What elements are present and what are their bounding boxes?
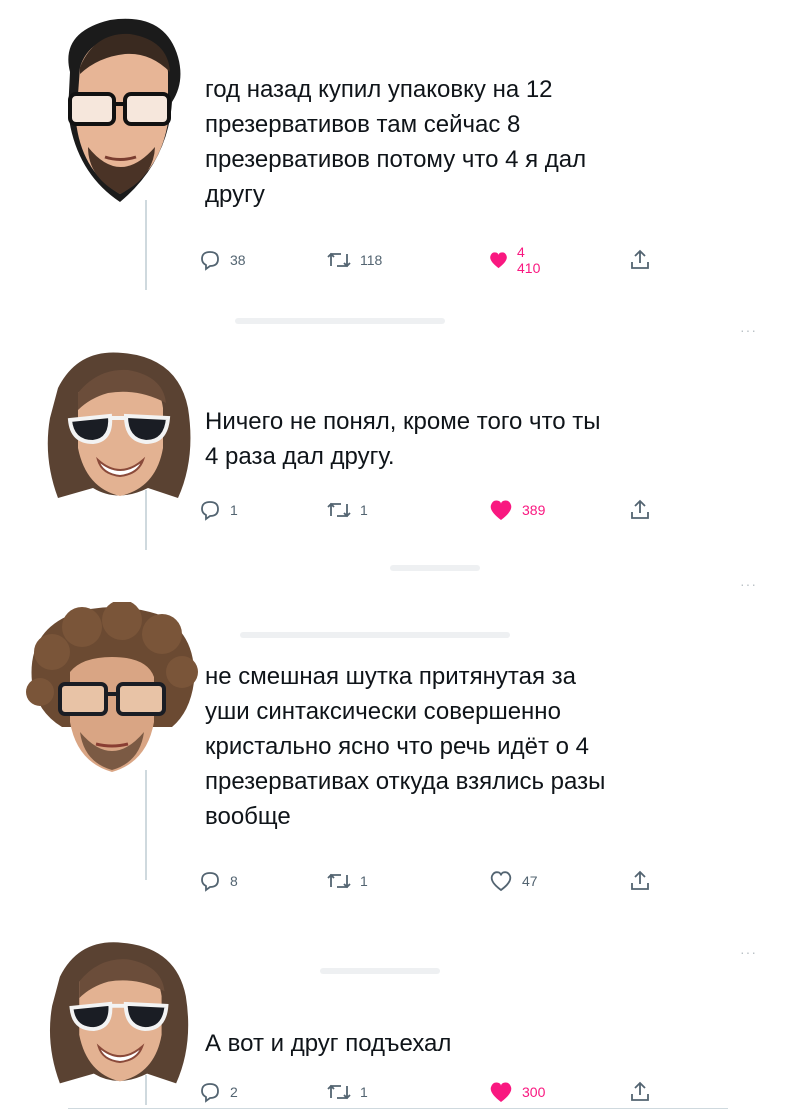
retweet-button[interactable]: 1 xyxy=(326,1078,368,1106)
like-button[interactable]: 300 xyxy=(488,1078,545,1106)
tweet[interactable]: год назад купил упаковку на 12 презерват… xyxy=(0,0,787,300)
retweet-icon xyxy=(327,252,351,268)
avatar-sunglasses-longhair[interactable] xyxy=(38,938,198,1093)
tweet-text: Ничего не понял, кроме того что ты 4 раз… xyxy=(205,408,601,470)
reply-icon xyxy=(201,251,219,271)
reply-count: 8 xyxy=(230,873,238,889)
retweet-button[interactable]: 1 xyxy=(326,867,368,895)
retweet-button[interactable]: 1 xyxy=(326,496,368,524)
tweet-text: не смешная шутка притянутая за уши синта… xyxy=(205,663,606,830)
reply-icon xyxy=(201,501,219,521)
tweet-text: А вот и друг подъехал xyxy=(205,1030,452,1057)
retweet-button[interactable]: 118 xyxy=(326,246,382,274)
like-count: 4 410 xyxy=(517,244,541,276)
tweet[interactable]: ··· Ничего не понял, кроме того что ты 4… xyxy=(0,300,787,570)
more-icon[interactable]: ··· xyxy=(740,576,757,592)
retweet-icon xyxy=(327,873,351,889)
retweet-icon xyxy=(327,502,351,518)
share-icon xyxy=(631,1081,649,1101)
like-button[interactable]: 389 xyxy=(488,496,545,524)
share-button[interactable] xyxy=(628,246,652,274)
tweet[interactable]: ··· А вот и друг подъехал 2 1 300 xyxy=(0,930,787,1113)
share-icon xyxy=(631,249,649,269)
share-icon xyxy=(631,499,649,519)
retweet-icon xyxy=(327,1084,351,1100)
like-count: 300 xyxy=(522,1084,546,1100)
reply-count: 1 xyxy=(230,502,238,518)
heart-icon xyxy=(490,871,512,892)
more-icon[interactable]: ··· xyxy=(740,944,757,960)
heart-icon xyxy=(490,1082,512,1102)
reply-count: 2 xyxy=(230,1084,238,1100)
reply-count: 38 xyxy=(230,252,246,268)
avatar-glasses-beard[interactable] xyxy=(50,12,190,202)
like-button[interactable]: 4 410 xyxy=(488,244,545,276)
retweet-count: 118 xyxy=(360,252,383,268)
more-icon[interactable]: ··· xyxy=(740,322,757,338)
share-icon xyxy=(631,870,649,890)
retweet-count: 1 xyxy=(360,1084,368,1100)
reply-icon xyxy=(201,872,219,892)
like-button[interactable]: 47 xyxy=(488,867,538,895)
reply-button[interactable]: 2 xyxy=(198,1078,238,1106)
retweet-count: 1 xyxy=(360,873,368,889)
like-count: 47 xyxy=(522,873,538,889)
retweet-count: 1 xyxy=(360,502,368,518)
share-button[interactable] xyxy=(628,867,652,895)
reply-button[interactable]: 1 xyxy=(198,496,238,524)
heart-icon xyxy=(490,252,507,269)
tweet[interactable]: ··· не смешная шутка притянутая за уши с… xyxy=(0,570,787,900)
reply-icon xyxy=(201,1083,219,1103)
share-button[interactable] xyxy=(628,496,652,524)
heart-icon xyxy=(490,500,512,520)
reply-button[interactable]: 38 xyxy=(198,246,246,274)
reply-button[interactable]: 8 xyxy=(198,867,238,895)
avatar-curly-glasses[interactable] xyxy=(22,602,202,777)
like-count: 389 xyxy=(522,502,546,518)
tweet-text: год назад купил упаковку на 12 презерват… xyxy=(205,76,587,208)
share-button[interactable] xyxy=(628,1078,652,1106)
avatar-sunglasses-longhair[interactable] xyxy=(38,348,198,508)
bottom-divider xyxy=(68,1108,728,1109)
